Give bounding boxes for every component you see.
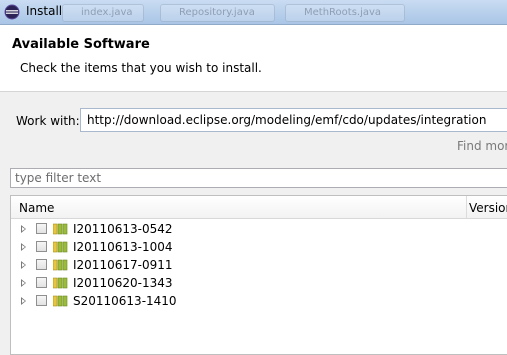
category-icon xyxy=(53,223,68,235)
category-icon xyxy=(53,295,68,307)
window-titlebar[interactable]: Install index.java Repository.java MethR… xyxy=(0,0,507,25)
expand-arrow-icon[interactable] xyxy=(21,297,26,305)
tree-header: Name Version xyxy=(11,196,507,219)
software-tree[interactable]: Name Version I20110613-0542 I20110613-10… xyxy=(10,195,507,355)
row-checkbox[interactable] xyxy=(36,277,47,288)
find-more-link[interactable]: Find more xyxy=(457,139,507,153)
expand-arrow-icon[interactable] xyxy=(21,225,26,233)
row-checkbox[interactable] xyxy=(36,295,47,306)
expand-arrow-icon[interactable] xyxy=(21,261,26,269)
row-label: I20110613-0542 xyxy=(73,222,173,236)
column-version-header[interactable]: Version xyxy=(469,201,507,215)
tree-row[interactable]: I20110613-0542 xyxy=(11,221,507,239)
category-icon xyxy=(53,277,68,289)
background-tab: index.java xyxy=(62,4,144,22)
row-label: I20110620-1343 xyxy=(73,276,173,290)
window-title: Install xyxy=(26,4,63,18)
category-icon xyxy=(53,241,68,253)
row-label: I20110613-1004 xyxy=(73,240,173,254)
tree-row[interactable]: I20110617-0911 xyxy=(11,257,507,275)
work-with-label: Work with: xyxy=(16,114,80,128)
row-checkbox[interactable] xyxy=(36,241,47,252)
expand-arrow-icon[interactable] xyxy=(21,279,26,287)
row-label: I20110617-0911 xyxy=(73,258,173,272)
background-tab: MethRoots.java xyxy=(285,4,405,22)
row-checkbox[interactable] xyxy=(36,223,47,234)
background-tab: Repository.java xyxy=(160,4,275,22)
page-title: Available Software xyxy=(12,37,150,52)
expand-arrow-icon[interactable] xyxy=(21,243,26,251)
work-with-combo[interactable]: http://download.eclipse.org/modeling/emf… xyxy=(80,108,507,132)
row-label: S20110613-1410 xyxy=(73,294,177,308)
row-checkbox[interactable] xyxy=(36,259,47,270)
eclipse-app-icon xyxy=(4,4,20,20)
column-divider[interactable] xyxy=(466,196,467,218)
column-name-header[interactable]: Name xyxy=(19,201,54,215)
tree-row[interactable]: S20110613-1410 xyxy=(11,293,507,311)
page-description: Check the items that you wish to install… xyxy=(20,61,262,75)
tree-row[interactable]: I20110613-1004 xyxy=(11,239,507,257)
tree-row[interactable]: I20110620-1343 xyxy=(11,275,507,293)
filter-input[interactable]: type filter text xyxy=(10,168,507,188)
category-icon xyxy=(53,259,68,271)
wizard-header: Available Software Check the items that … xyxy=(0,25,507,92)
